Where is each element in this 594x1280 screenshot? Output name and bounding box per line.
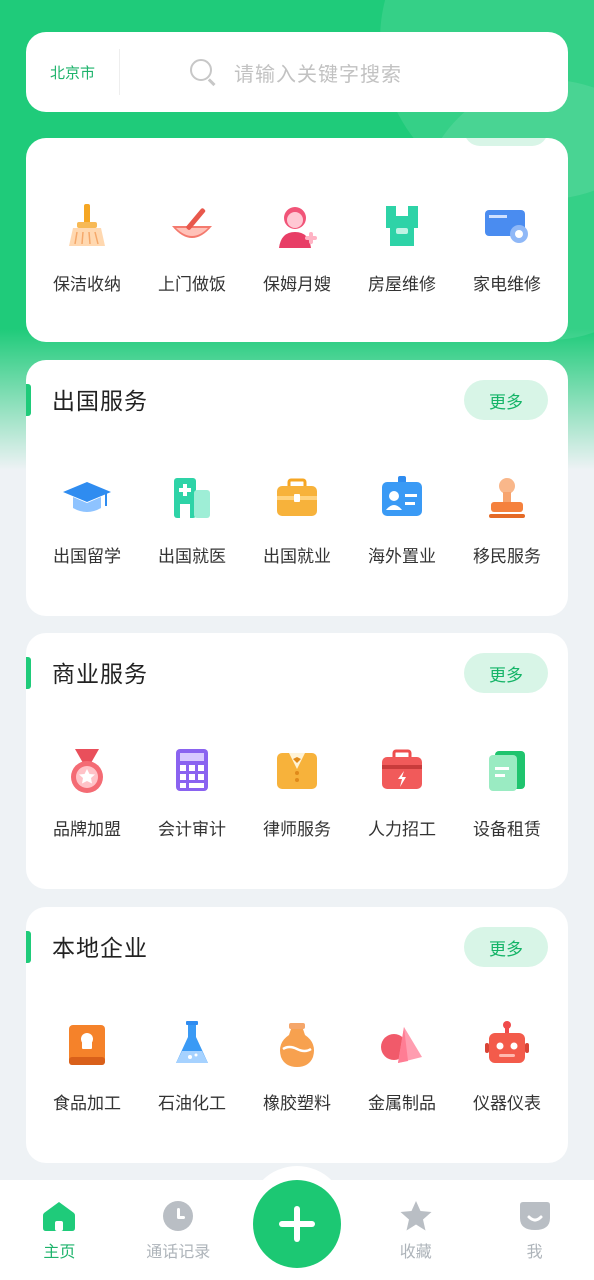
home-icon — [43, 1202, 76, 1231]
section-title: 出国服务 — [52, 389, 148, 415]
title-accent — [26, 931, 31, 963]
grid-item-label: 出国留学 — [53, 547, 121, 567]
grid-item-label: 仪器仪表 — [473, 1094, 541, 1114]
overseas-services-grid: 出国留学 出国就医 出国就业 海外置业 移民服务 — [26, 470, 568, 567]
card-header: 出国服务 更多 — [26, 360, 568, 440]
flask-icon — [164, 1017, 220, 1073]
grid-item-medical-abroad[interactable]: 出国就医 — [147, 470, 237, 567]
grid-item-franchise[interactable]: 品牌加盟 — [42, 743, 132, 840]
grid-item-label: 上门做饭 — [158, 275, 226, 295]
grid-item-overseas-property[interactable]: 海外置业 — [357, 470, 447, 567]
grid-item-label: 海外置业 — [368, 547, 436, 567]
grid-item-label: 保洁收纳 — [53, 275, 121, 295]
tab-label: 通话记录 — [146, 1242, 211, 1261]
plus-icon — [279, 1206, 315, 1242]
title-accent — [26, 384, 31, 416]
home-services-grid: 保洁收纳 上门做饭 保姆月嫂 房屋维修 家电维修 — [26, 198, 568, 295]
grid-item-immigration[interactable]: 移民服务 — [462, 470, 552, 567]
grid-item-equipment-rental[interactable]: 设备租赁 — [462, 743, 552, 840]
grid-item-accounting[interactable]: 会计审计 — [147, 743, 237, 840]
home-services-card: 保洁收纳 上门做饭 保姆月嫂 房屋维修 家电维修 — [26, 138, 568, 342]
grid-item-label: 食品加工 — [53, 1094, 121, 1114]
grid-item-study-abroad[interactable]: 出国留学 — [42, 470, 132, 567]
more-button-partial[interactable] — [464, 138, 548, 146]
grid-item-label: 移民服务 — [473, 547, 541, 567]
star-icon — [400, 1201, 432, 1231]
house-repair-icon — [374, 198, 430, 254]
search-icon — [190, 59, 216, 86]
tab-home[interactable]: 主页 — [0, 1180, 119, 1280]
grid-item-label: 橡胶塑料 — [263, 1094, 331, 1114]
business-services-card: 商业服务 更多 品牌加盟 会计审计 律师服务 人力招工 设备租赁 — [26, 633, 568, 889]
overseas-services-card: 出国服务 更多 出国留学 出国就医 出国就业 海外置业 移民服务 — [26, 360, 568, 616]
tab-label: 我 — [526, 1242, 543, 1261]
grid-item-recruitment[interactable]: 人力招工 — [357, 743, 447, 840]
nanny-icon — [269, 198, 325, 254]
suit-icon — [269, 743, 325, 799]
tab-label: 收藏 — [399, 1242, 432, 1261]
card-header: 本地企业 更多 — [26, 907, 568, 987]
grid-item-metal-products[interactable]: 金属制品 — [357, 1017, 447, 1114]
grid-item-label: 房屋维修 — [368, 275, 436, 295]
grid-item-house-repair[interactable]: 房屋维修 — [357, 198, 447, 295]
vase-icon — [269, 1017, 325, 1073]
grid-item-lawyer[interactable]: 律师服务 — [252, 743, 342, 840]
section-title: 本地企业 — [52, 936, 148, 962]
grid-item-label: 出国就业 — [263, 547, 331, 567]
grid-item-label: 设备租赁 — [473, 820, 541, 840]
add-button[interactable] — [253, 1180, 341, 1268]
robot-icon — [479, 1017, 535, 1073]
grid-item-label: 家电维修 — [473, 275, 541, 295]
grid-item-label: 金属制品 — [368, 1094, 436, 1114]
calculator-icon — [164, 743, 220, 799]
clock-icon — [163, 1201, 194, 1231]
card-header: 商业服务 更多 — [26, 633, 568, 713]
grid-item-food-processing[interactable]: 食品加工 — [42, 1017, 132, 1114]
grid-item-rubber-plastic[interactable]: 橡胶塑料 — [252, 1017, 342, 1114]
food-book-icon — [59, 1017, 115, 1073]
city-selector[interactable]: 北京市 — [26, 49, 120, 95]
grid-item-label: 石油化工 — [158, 1094, 226, 1114]
document-icon — [479, 743, 535, 799]
cooking-bowl-icon — [164, 198, 220, 254]
crystal-icon — [374, 1017, 430, 1073]
stamp-icon — [479, 470, 535, 526]
grid-item-work-abroad[interactable]: 出国就业 — [252, 470, 342, 567]
grid-item-cleaning[interactable]: 保洁收纳 — [42, 198, 132, 295]
more-button[interactable]: 更多 — [464, 653, 548, 693]
grid-item-label: 品牌加盟 — [53, 820, 121, 840]
section-title: 商业服务 — [52, 662, 148, 688]
grid-item-appliance-repair[interactable]: 家电维修 — [462, 198, 552, 295]
grid-item-instruments[interactable]: 仪器仪表 — [462, 1017, 552, 1114]
id-card-icon — [374, 470, 430, 526]
grid-item-label: 会计审计 — [158, 820, 226, 840]
title-accent — [26, 657, 31, 689]
grid-item-label: 保姆月嫂 — [263, 275, 331, 295]
tab-me[interactable]: 我 — [475, 1180, 594, 1280]
grid-item-label: 出国就医 — [158, 547, 226, 567]
more-button[interactable]: 更多 — [464, 927, 548, 967]
grid-item-nanny[interactable]: 保姆月嫂 — [252, 198, 342, 295]
tab-call-history[interactable]: 通话记录 — [119, 1180, 238, 1280]
medal-icon — [59, 743, 115, 799]
toolbox-icon — [374, 743, 430, 799]
grid-item-label: 律师服务 — [263, 820, 331, 840]
local-enterprises-card: 本地企业 更多 食品加工 石油化工 橡胶塑料 金属制品 仪器仪表 — [26, 907, 568, 1163]
local-enterprises-grid: 食品加工 石油化工 橡胶塑料 金属制品 仪器仪表 — [26, 1017, 568, 1114]
broom-icon — [59, 198, 115, 254]
graduation-cap-icon — [59, 470, 115, 526]
profile-icon — [519, 1202, 550, 1230]
more-button[interactable]: 更多 — [464, 380, 548, 420]
hospital-icon — [164, 470, 220, 526]
search-input[interactable]: 请输入关键字搜索 — [234, 58, 402, 87]
briefcase-icon — [269, 470, 325, 526]
tab-label: 主页 — [43, 1242, 76, 1261]
appliance-repair-icon — [479, 198, 535, 254]
business-services-grid: 品牌加盟 会计审计 律师服务 人力招工 设备租赁 — [26, 743, 568, 840]
search-bar[interactable]: 北京市 请输入关键字搜索 — [26, 32, 568, 112]
tab-favorites[interactable]: 收藏 — [356, 1180, 475, 1280]
grid-item-label: 人力招工 — [368, 820, 436, 840]
grid-item-cooking[interactable]: 上门做饭 — [147, 198, 237, 295]
grid-item-petrochemical[interactable]: 石油化工 — [147, 1017, 237, 1114]
